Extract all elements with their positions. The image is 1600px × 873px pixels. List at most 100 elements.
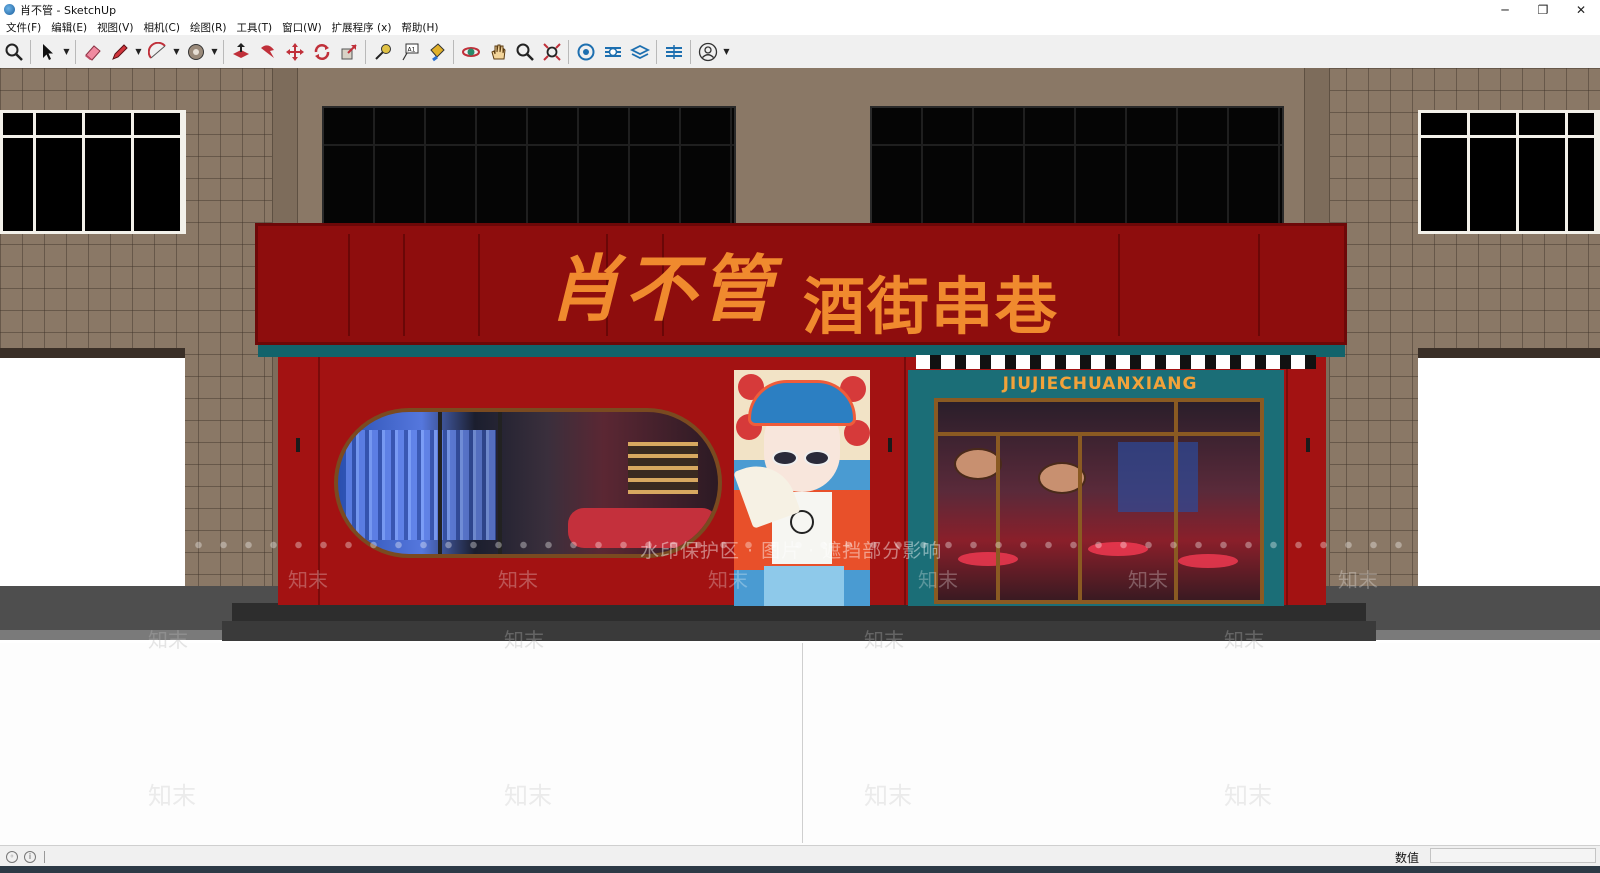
svg-text:A1: A1 xyxy=(407,46,415,53)
pencil-line-icon[interactable] xyxy=(106,38,133,65)
menu-window[interactable]: 窗口(W) xyxy=(277,20,327,35)
interior-red-light xyxy=(1178,554,1238,568)
paint-bucket-icon[interactable] xyxy=(182,38,209,65)
menu-tools[interactable]: 工具(T) xyxy=(231,20,277,35)
watermark-brand: 知末 xyxy=(1224,628,1264,652)
watermark-brand: 知末 xyxy=(288,568,328,592)
store-sign-board: 肖不管 酒街串巷 xyxy=(255,223,1347,345)
eraser-icon[interactable] xyxy=(79,38,106,65)
sign-subtitle-text: 酒街串巷 xyxy=(803,270,1060,343)
3d-warehouse-icon[interactable] xyxy=(572,38,599,65)
menu-edit[interactable]: 编辑(E) xyxy=(46,20,92,35)
facade-divider xyxy=(904,357,906,605)
toolbar-separator xyxy=(75,39,76,64)
status-separator xyxy=(44,850,45,863)
menu-file[interactable]: 文件(F) xyxy=(0,20,46,35)
menu-draw[interactable]: 绘图(R) xyxy=(185,20,232,35)
window-mullion xyxy=(438,412,442,554)
menu-extensions[interactable]: 扩展程序 (x) xyxy=(327,20,397,35)
main-toolbar: ▼ ▼ ▼ ▼ A1 ▼ xyxy=(0,35,1600,69)
side-band-left xyxy=(0,348,185,358)
geo-location-icon[interactable]: ◦ xyxy=(6,850,18,863)
shapes-dropdown-caret[interactable]: ▼ xyxy=(209,38,220,65)
layout-icon[interactable] xyxy=(626,38,653,65)
scale-icon[interactable] xyxy=(335,38,362,65)
search-icon[interactable] xyxy=(0,38,27,65)
title-bar: 肖不管 - SketchUp ─ ❐ ✕ xyxy=(0,0,1600,19)
upper-window-center-right xyxy=(870,106,1284,230)
credits-info-icon[interactable]: i xyxy=(24,850,36,863)
status-bar: ◦ i 数值 xyxy=(0,845,1600,867)
select-arrow-icon[interactable] xyxy=(34,38,61,65)
account-icon[interactable] xyxy=(694,38,721,65)
watermark-brand: 知末 xyxy=(864,628,904,652)
door-frame-post xyxy=(1078,436,1082,600)
window-mullion xyxy=(498,412,502,554)
arc-dropdown-caret[interactable]: ▼ xyxy=(171,38,182,65)
interior-red-light xyxy=(958,552,1018,566)
watermark-brand: 知末 xyxy=(708,568,748,592)
watermark-brand: 知末 xyxy=(864,782,912,810)
zoom-icon[interactable] xyxy=(511,38,538,65)
toolbar-separator xyxy=(568,39,569,64)
menu-help[interactable]: 帮助(H) xyxy=(396,20,443,35)
watermark-brand: 知末 xyxy=(504,782,552,810)
select-dropdown-caret[interactable]: ▼ xyxy=(61,38,72,65)
sign-panel-divider xyxy=(348,234,350,336)
model-viewport[interactable]: 场景 肖不管 酒街串巷 xyxy=(0,68,1600,845)
follow-me-icon[interactable] xyxy=(254,38,281,65)
side-opening-right xyxy=(1418,358,1600,586)
poster-sunglasses xyxy=(772,450,832,466)
wall-light-fixture xyxy=(1306,438,1310,452)
zoom-extents-icon[interactable] xyxy=(538,38,565,65)
watermark-brand: 知末 xyxy=(498,568,538,592)
os-taskbar-strip xyxy=(0,866,1600,873)
rotate-icon[interactable] xyxy=(308,38,335,65)
facade-divider xyxy=(1286,357,1288,605)
upper-window-center-left xyxy=(322,106,736,230)
extension-warehouse-icon[interactable] xyxy=(599,38,626,65)
move-icon[interactable] xyxy=(281,38,308,65)
toolbar-separator xyxy=(453,39,454,64)
pencil-dropdown-caret[interactable]: ▼ xyxy=(133,38,144,65)
bar-shelf xyxy=(628,442,698,494)
text-icon[interactable]: A1 xyxy=(396,38,423,65)
sketchup-app-icon xyxy=(4,4,15,15)
extension-manager-icon[interactable] xyxy=(660,38,687,65)
paint-icon[interactable] xyxy=(423,38,450,65)
measurements-input[interactable] xyxy=(1430,848,1596,863)
watermark-brand: 知末 xyxy=(148,628,188,652)
pan-icon[interactable] xyxy=(484,38,511,65)
arc-icon[interactable] xyxy=(144,38,171,65)
account-dropdown-caret[interactable]: ▼ xyxy=(721,38,732,65)
toolbar-separator xyxy=(30,39,31,64)
floor-seam xyxy=(802,643,803,843)
door-frame-transom xyxy=(938,432,1260,436)
watermark-brand: 知末 xyxy=(918,568,958,592)
poster-jeans xyxy=(764,566,844,606)
upper-window-right xyxy=(1418,110,1600,234)
orbit-icon[interactable] xyxy=(457,38,484,65)
tape-measure-icon[interactable] xyxy=(369,38,396,65)
push-pull-icon[interactable] xyxy=(227,38,254,65)
entrance-step-bottom xyxy=(222,621,1376,641)
door-frame-post xyxy=(996,436,1000,600)
minimize-button[interactable]: ─ xyxy=(1486,0,1524,19)
sign-panel-divider xyxy=(478,234,480,336)
window-city-view xyxy=(346,430,496,540)
window-title: 肖不管 - SketchUp xyxy=(20,3,117,17)
restore-button[interactable]: ❐ xyxy=(1524,0,1562,19)
toolbar-separator xyxy=(690,39,691,64)
side-band-right xyxy=(1418,348,1600,358)
side-opening-left xyxy=(0,358,185,586)
checkered-awning xyxy=(916,355,1316,369)
menu-camera[interactable]: 相机(C) xyxy=(138,20,185,35)
sign-brand-text: 肖不管 xyxy=(548,246,777,331)
interior-lamp xyxy=(954,448,1002,480)
measurements-label: 数值 xyxy=(1395,851,1420,865)
sign-panel-divider xyxy=(403,234,405,336)
menu-view[interactable]: 视图(V) xyxy=(92,20,138,35)
close-button[interactable]: ✕ xyxy=(1562,0,1600,19)
floor-plane xyxy=(0,643,1600,845)
upper-window-left xyxy=(0,110,186,234)
